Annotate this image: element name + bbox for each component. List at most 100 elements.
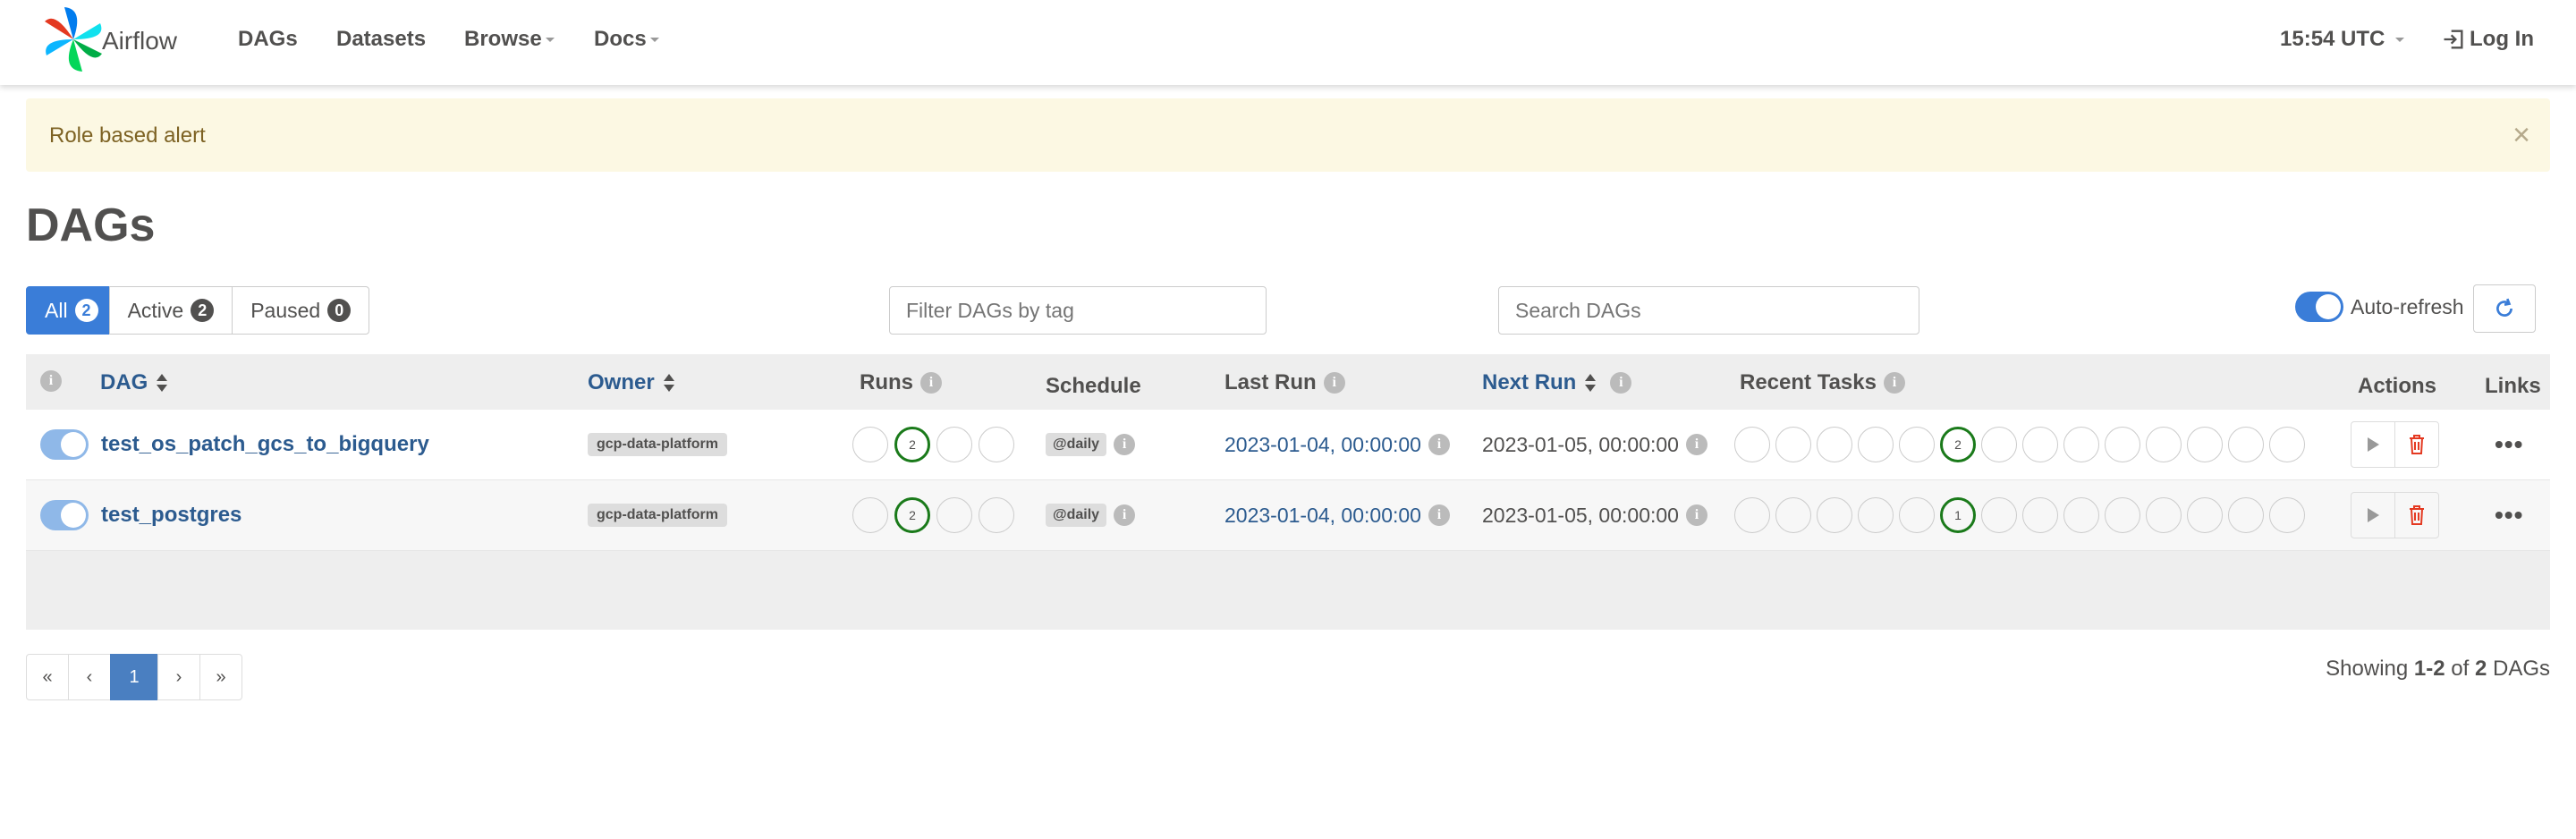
filter-paused-button[interactable]: Paused 0 xyxy=(232,286,370,335)
pause-toggle[interactable] xyxy=(40,429,89,460)
refresh-button[interactable] xyxy=(2473,284,2536,333)
run-state-circle[interactable] xyxy=(852,427,888,462)
task-state-circle[interactable] xyxy=(2063,497,2099,533)
dag-link[interactable]: test_os_patch_gcs_to_bigquery xyxy=(101,432,429,457)
brand-logo-link[interactable]: Airflow xyxy=(38,4,177,75)
task-state-circle[interactable] xyxy=(1817,497,1852,533)
login-link[interactable]: Log In xyxy=(2441,27,2534,52)
showing-of: of xyxy=(2451,657,2470,681)
task-state-circle[interactable] xyxy=(1899,427,1935,462)
task-state-circle[interactable] xyxy=(2228,427,2264,462)
filter-active-count: 2 xyxy=(191,299,215,322)
auto-refresh-control: Auto-refresh xyxy=(2295,292,2464,322)
last-run-cell: 2023-01-04, 00:00:00 i xyxy=(1224,480,1450,550)
task-state-circle[interactable] xyxy=(2146,497,2182,533)
header-dag[interactable]: DAG xyxy=(100,370,168,395)
task-state-circle[interactable] xyxy=(2187,427,2223,462)
run-state-circle[interactable] xyxy=(979,427,1014,462)
nav-datasets[interactable]: Datasets xyxy=(336,27,426,52)
dag-link[interactable]: test_postgres xyxy=(101,503,242,528)
schedule-cell: @daily i xyxy=(1046,480,1136,550)
actions-cell xyxy=(2351,410,2439,479)
info-icon[interactable]: i xyxy=(1610,372,1632,394)
next-page-button[interactable]: › xyxy=(157,654,200,700)
task-state-circle[interactable] xyxy=(2105,427,2140,462)
last-run-link[interactable]: 2023-01-04, 00:00:00 xyxy=(1224,504,1421,528)
task-state-circle[interactable] xyxy=(2187,497,2223,533)
nav-browse[interactable]: Browse xyxy=(464,27,555,52)
sort-icon xyxy=(663,372,674,394)
run-state-circle-success[interactable]: 2 xyxy=(894,497,930,533)
showing-range: 1-2 xyxy=(2413,657,2445,681)
header-owner[interactable]: Owner xyxy=(588,370,674,395)
nav-dags[interactable]: DAGs xyxy=(238,27,298,52)
task-state-circle[interactable] xyxy=(2022,427,2058,462)
more-options-icon[interactable]: ••• xyxy=(2495,501,2523,530)
info-icon[interactable]: i xyxy=(1685,434,1707,455)
task-state-circle[interactable] xyxy=(1775,497,1811,533)
task-state-circle[interactable] xyxy=(1734,427,1770,462)
showing-total: 2 xyxy=(2474,657,2487,681)
task-state-circle[interactable] xyxy=(1981,497,2017,533)
schedule-tag: @daily xyxy=(1046,433,1107,456)
delete-dag-button[interactable] xyxy=(2394,492,2439,538)
task-state-circle[interactable] xyxy=(1858,427,1894,462)
run-state-circle[interactable] xyxy=(979,497,1014,533)
table-row: test_os_patch_gcs_to_bigquery gcp-data-p… xyxy=(26,410,2550,480)
nav-docs[interactable]: Docs xyxy=(594,27,659,52)
last-page-button[interactable]: » xyxy=(199,654,242,700)
task-state-circle[interactable] xyxy=(1817,427,1852,462)
first-page-button[interactable]: « xyxy=(26,654,69,700)
task-state-circle[interactable] xyxy=(1899,497,1935,533)
header-next-run-label: Next Run xyxy=(1482,370,1577,394)
more-options-icon[interactable]: ••• xyxy=(2495,430,2523,459)
header-links: Links xyxy=(2485,374,2541,398)
task-state-circle[interactable] xyxy=(2063,427,2099,462)
tag-filter-input[interactable] xyxy=(889,286,1267,335)
task-state-circle[interactable] xyxy=(1775,427,1811,462)
owner-tag[interactable]: gcp-data-platform xyxy=(588,504,727,527)
info-icon[interactable]: i xyxy=(1428,504,1450,526)
info-icon[interactable]: i xyxy=(920,372,942,394)
info-icon[interactable]: i xyxy=(1114,434,1136,455)
task-state-circle[interactable] xyxy=(1734,497,1770,533)
run-state-circle-success[interactable]: 2 xyxy=(894,427,930,462)
task-state-circle[interactable] xyxy=(2022,497,2058,533)
auto-refresh-toggle[interactable] xyxy=(2295,292,2343,322)
task-state-circle-success[interactable]: 1 xyxy=(1940,497,1976,533)
task-state-circle[interactable] xyxy=(2269,427,2305,462)
timezone-dropdown[interactable]: 15:54 UTC xyxy=(2280,27,2405,52)
run-state-circle[interactable] xyxy=(936,427,972,462)
owner-tag[interactable]: gcp-data-platform xyxy=(588,433,727,456)
current-page-button[interactable]: 1 xyxy=(110,654,158,700)
info-icon[interactable]: i xyxy=(1883,372,1905,394)
pause-toggle[interactable] xyxy=(40,500,89,530)
run-state-circle[interactable] xyxy=(852,497,888,533)
trigger-dag-button[interactable] xyxy=(2351,421,2395,468)
task-state-circle[interactable] xyxy=(1981,427,2017,462)
task-state-circle[interactable] xyxy=(2269,497,2305,533)
run-state-circle[interactable] xyxy=(936,497,972,533)
search-input[interactable] xyxy=(1498,286,1919,335)
filter-all-button[interactable]: All 2 xyxy=(26,286,110,335)
trash-icon xyxy=(2410,435,2424,454)
info-icon[interactable]: i xyxy=(1685,504,1707,526)
runs-cell: 2 xyxy=(852,480,1021,550)
auto-refresh-label: Auto-refresh xyxy=(2351,294,2464,318)
prev-page-button[interactable]: ‹ xyxy=(68,654,111,700)
close-icon[interactable]: × xyxy=(2512,118,2530,153)
owner-cell: gcp-data-platform xyxy=(588,410,727,479)
trigger-dag-button[interactable] xyxy=(2351,492,2395,538)
info-icon[interactable]: i xyxy=(1114,504,1136,526)
task-state-circle[interactable] xyxy=(2228,497,2264,533)
header-next-run[interactable]: Next Run i xyxy=(1482,370,1632,395)
delete-dag-button[interactable] xyxy=(2394,421,2439,468)
info-icon[interactable]: i xyxy=(1428,434,1450,455)
task-state-circle-success[interactable]: 2 xyxy=(1940,427,1976,462)
info-icon[interactable]: i xyxy=(1323,372,1345,394)
task-state-circle[interactable] xyxy=(1858,497,1894,533)
last-run-link[interactable]: 2023-01-04, 00:00:00 xyxy=(1224,433,1421,457)
task-state-circle[interactable] xyxy=(2146,427,2182,462)
filter-active-button[interactable]: Active 2 xyxy=(108,286,233,335)
task-state-circle[interactable] xyxy=(2105,497,2140,533)
